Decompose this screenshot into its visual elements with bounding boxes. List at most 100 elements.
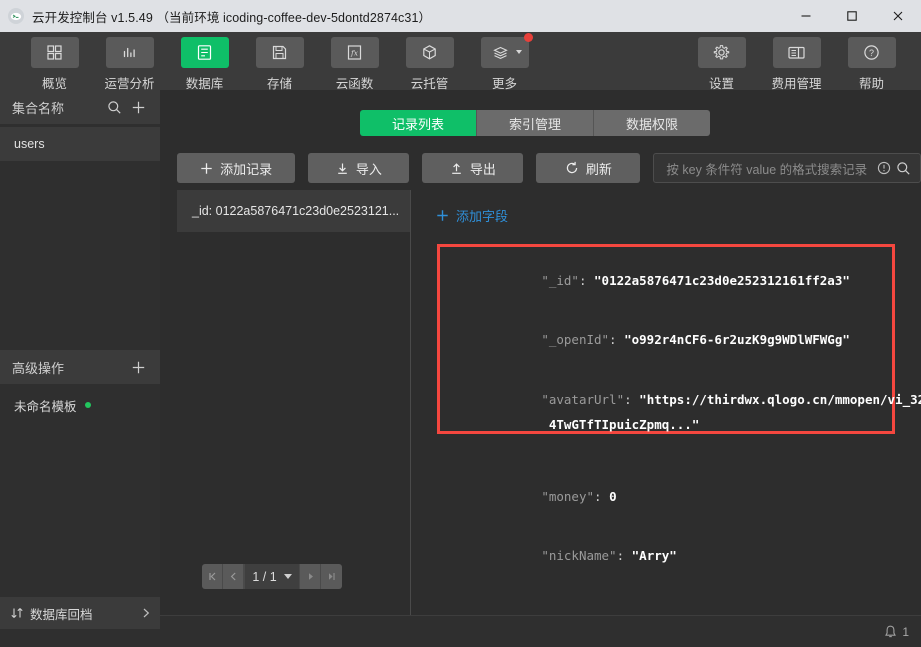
add-record-button[interactable]: 添加记录 — [177, 153, 296, 183]
template-label: 未命名模板 — [14, 399, 77, 414]
page-indicator[interactable]: 1 / 1 — [244, 564, 300, 589]
json-value: 0 — [609, 488, 617, 504]
toolbar-item-overview[interactable]: 概览 — [17, 32, 92, 92]
json-field-row[interactable]: "_id": "0122a5876471c23d0e252312161ff2a3… — [451, 262, 892, 300]
gear-icon-box — [697, 37, 746, 68]
chevron-down-icon — [515, 50, 522, 54]
chevron-down-icon — [283, 574, 292, 579]
toolbar-item-billing[interactable]: 费用管理 — [759, 32, 834, 92]
svg-text:?: ? — [869, 48, 874, 58]
json-field-row[interactable]: "_openId": "o992r4nCF6-6r2uzK9g9WDlWFWGg… — [451, 322, 892, 360]
json-value: "Arry" — [631, 548, 677, 563]
template-status-dot — [84, 402, 91, 408]
json-field-row[interactable]: "nickName": "Arry" — [451, 538, 892, 576]
tab-index-management[interactable]: 索引管理 — [477, 110, 594, 136]
toolbar-item-cloud-function[interactable]: fx 云函数 — [317, 32, 392, 92]
bar-chart-icon-box — [105, 37, 154, 68]
tab-data-permission[interactable]: 数据权限 — [594, 110, 710, 136]
search-input[interactable]: 按 key 条件符 value 的格式搜索记录 — [666, 159, 877, 178]
add-record-label: 添加记录 — [220, 161, 273, 177]
billing-card-icon-box — [772, 37, 821, 68]
toolbar-item-settings[interactable]: 设置 — [684, 32, 759, 92]
toolbar-item-cloud-hosting[interactable]: 云托管 — [392, 32, 467, 92]
last-page-icon — [329, 573, 335, 580]
search-box[interactable]: 按 key 条件符 value 的格式搜索记录 — [653, 153, 921, 183]
info-circle-icon[interactable] — [877, 161, 891, 175]
record-list-item[interactable]: _id: 0122a5876471c23d0e2523121... — [177, 190, 410, 232]
next-page-button[interactable] — [300, 564, 321, 589]
svg-text:fx: fx — [350, 49, 359, 58]
json-value: "https://thirdwx.qlogo.cn/mmopen/vi_32/Q… — [639, 391, 921, 407]
json-value: "o992r4nCF6-6r2uzK9g9WDlWFWGg" — [624, 332, 850, 347]
main-panel: 记录列表 索引管理 数据权限 添加记录 导入 导出 刷新 按 key 条件符 v… — [160, 90, 921, 615]
toolbar-item-database[interactable]: 数据库 — [167, 32, 242, 92]
database-list-icon — [197, 45, 212, 60]
pagination: 1 / 1 — [202, 564, 342, 589]
toolbar-item-analytics[interactable]: 运营分析 — [92, 32, 167, 92]
function-fx-icon: fx — [347, 45, 362, 60]
add-field-label: 添加字段 — [456, 209, 509, 224]
search-icon — [107, 100, 121, 114]
json-editor-highlighted[interactable]: "_id": "0122a5876471c23d0e252312161ff2a3… — [437, 244, 921, 562]
json-key: "avatarUrl" — [541, 391, 625, 407]
plus-icon — [201, 162, 212, 174]
minimize-button[interactable] — [783, 0, 829, 32]
search-icon[interactable] — [896, 161, 911, 176]
record-split-view: _id: 0122a5876471c23d0e2523121... 1 / 1 … — [177, 190, 921, 615]
toolbar-item-help[interactable]: ? 帮助 — [834, 32, 909, 92]
sidebar-item-db-rollback[interactable]: 数据库回档 — [0, 597, 160, 629]
save-disk-icon — [272, 45, 287, 60]
toolbar-right-group: 设置 费用管理 ? 帮助 — [684, 32, 909, 92]
upload-icon — [452, 162, 461, 174]
first-page-button[interactable] — [202, 564, 223, 589]
import-button[interactable]: 导入 — [308, 153, 410, 183]
maximize-button[interactable] — [829, 0, 875, 32]
json-colon: : — [609, 332, 625, 347]
cube-icon — [423, 45, 436, 60]
json-key: "nickName" — [541, 548, 617, 563]
plus-icon — [132, 361, 144, 373]
notification-indicator[interactable]: 1 — [884, 625, 909, 639]
db-rollback-label: 数据库回档 — [30, 607, 93, 622]
collection-search-button[interactable] — [102, 95, 126, 119]
close-icon — [893, 11, 903, 21]
grid-icon-box — [30, 37, 79, 68]
grid-icon — [47, 45, 62, 60]
json-field-row[interactable]: "avatarUrl": "https://thirdwx.qlogo.cn/m… — [451, 381, 921, 456]
json-key: "_id" — [541, 272, 579, 288]
json-colon: : — [624, 391, 640, 407]
title-bar: 云开发控制台 v1.5.49 （当前环境 icoding-coffee-dev-… — [0, 0, 921, 32]
refresh-button[interactable]: 刷新 — [536, 153, 641, 183]
json-value: "0122a5876471c23d0e252312161ff2a3" — [594, 272, 850, 288]
tab-bar: 记录列表 索引管理 数据权限 — [360, 110, 710, 136]
search-box-icons — [877, 161, 911, 176]
json-colon: : — [616, 548, 632, 563]
cube-icon-box — [405, 37, 454, 68]
json-field-row[interactable]: "money": 0 — [451, 478, 892, 516]
function-fx-icon-box: fx — [330, 37, 379, 68]
next-page-icon — [308, 573, 313, 580]
json-value-continuation: 4TwGTfTIpuicZpmq..." — [451, 416, 700, 432]
add-advanced-button[interactable] — [126, 355, 150, 379]
close-button[interactable] — [875, 0, 921, 32]
database-list-icon-box — [180, 37, 229, 68]
prev-page-button[interactable] — [223, 564, 244, 589]
toolbar-item-storage[interactable]: 存储 — [242, 32, 317, 92]
toolbar-item-more[interactable]: 更多 — [467, 32, 542, 92]
tab-record-list[interactable]: 记录列表 — [360, 110, 477, 136]
toolbar-left-group: 概览 运营分析 数据库 存储 fx 云函数 云托管 更多 — [17, 32, 542, 92]
sort-updown-icon — [10, 606, 24, 620]
billing-card-icon — [788, 46, 805, 59]
last-page-button[interactable] — [321, 564, 342, 589]
download-icon — [338, 163, 347, 174]
action-bar: 添加记录 导入 导出 刷新 按 key 条件符 value 的格式搜索记录 — [177, 153, 921, 183]
add-field-button[interactable]: 添加字段 — [436, 206, 921, 225]
notification-count: 1 — [902, 624, 909, 639]
add-collection-button[interactable] — [126, 95, 150, 119]
sidebar-advanced-header: 高级操作 — [0, 350, 160, 384]
sidebar-item-users[interactable]: users — [0, 127, 160, 161]
question-circle-icon-box: ? — [847, 37, 896, 68]
sidebar-item-template[interactable]: 未命名模板 — [0, 394, 160, 416]
json-colon: : — [578, 272, 595, 288]
export-button[interactable]: 导出 — [422, 153, 524, 183]
